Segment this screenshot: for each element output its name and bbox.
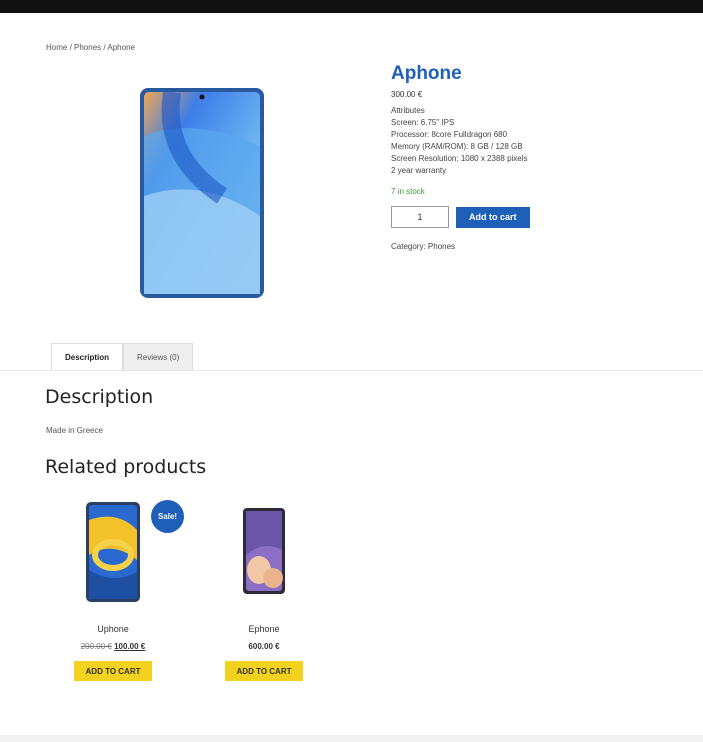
price: 600.00 € <box>248 642 280 651</box>
product-attributes: Attributes Screen: 6.75" IPS Processor: … <box>391 105 691 177</box>
attribute-line: Screen: 6.75" IPS <box>391 118 455 127</box>
top-bar <box>0 0 703 13</box>
uphone-image[interactable] <box>78 500 148 604</box>
related-add-to-cart-button[interactable]: ADD TO CART <box>73 661 153 681</box>
sale-price: 100.00 € <box>114 642 146 651</box>
attribute-line: Attributes <box>391 106 425 115</box>
breadcrumb: Home / Phones / Aphone <box>46 43 135 52</box>
related-product-card: Uphone 200.00 € 100.00 € ADD TO CART <box>58 500 168 681</box>
related-product-price: 600.00 € <box>209 642 319 651</box>
related-products-heading: Related products <box>45 456 207 478</box>
related-product-price: 200.00 € 100.00 € <box>58 642 168 651</box>
related-product-name[interactable]: Ephone <box>209 624 319 634</box>
breadcrumb-category-link[interactable]: Phones <box>74 43 101 52</box>
attribute-line: 2 year warranty <box>391 166 447 175</box>
add-to-cart-button[interactable]: Add to cart <box>456 206 530 228</box>
product-title: Aphone <box>391 63 462 84</box>
breadcrumb-separator: / <box>67 43 75 52</box>
footer-strip <box>0 735 703 742</box>
breadcrumb-home-link[interactable]: Home <box>46 43 67 52</box>
related-product-name[interactable]: Uphone <box>58 624 168 634</box>
quantity-input[interactable] <box>391 206 449 228</box>
product-image[interactable] <box>132 76 274 310</box>
ephone-image[interactable] <box>229 500 299 604</box>
product-category: Category: Phones <box>391 242 456 251</box>
description-text: Made in Greece <box>46 426 103 435</box>
phone-image <box>140 88 264 298</box>
attribute-line: Memory (RAM/ROM): 8 GB / 128 GB <box>391 142 523 151</box>
attribute-line: Screen Resolution: 1080 x 2388 pixels <box>391 154 528 163</box>
stock-status: 7 in stock <box>391 187 425 196</box>
old-price: 200.00 € <box>80 642 112 651</box>
related-product-card: Ephone 600.00 € ADD TO CART <box>209 500 319 681</box>
product-summary: Aphone 300.00 € Attributes Screen: 6.75"… <box>391 62 691 251</box>
product-tabs: Description Reviews (0) <box>51 343 194 371</box>
tabs-divider <box>0 370 703 371</box>
tab-description[interactable]: Description <box>51 343 124 371</box>
description-heading: Description <box>45 386 154 408</box>
tab-reviews[interactable]: Reviews (0) <box>123 343 194 371</box>
sale-badge: Sale! <box>151 500 184 533</box>
related-add-to-cart-button[interactable]: ADD TO CART <box>224 661 304 681</box>
breadcrumb-current: Aphone <box>107 43 135 52</box>
cart-form: Add to cart <box>391 206 691 228</box>
product-price: 300.00 € <box>391 90 423 99</box>
attribute-line: Processor: 8core Fulldragon 680 <box>391 130 508 139</box>
